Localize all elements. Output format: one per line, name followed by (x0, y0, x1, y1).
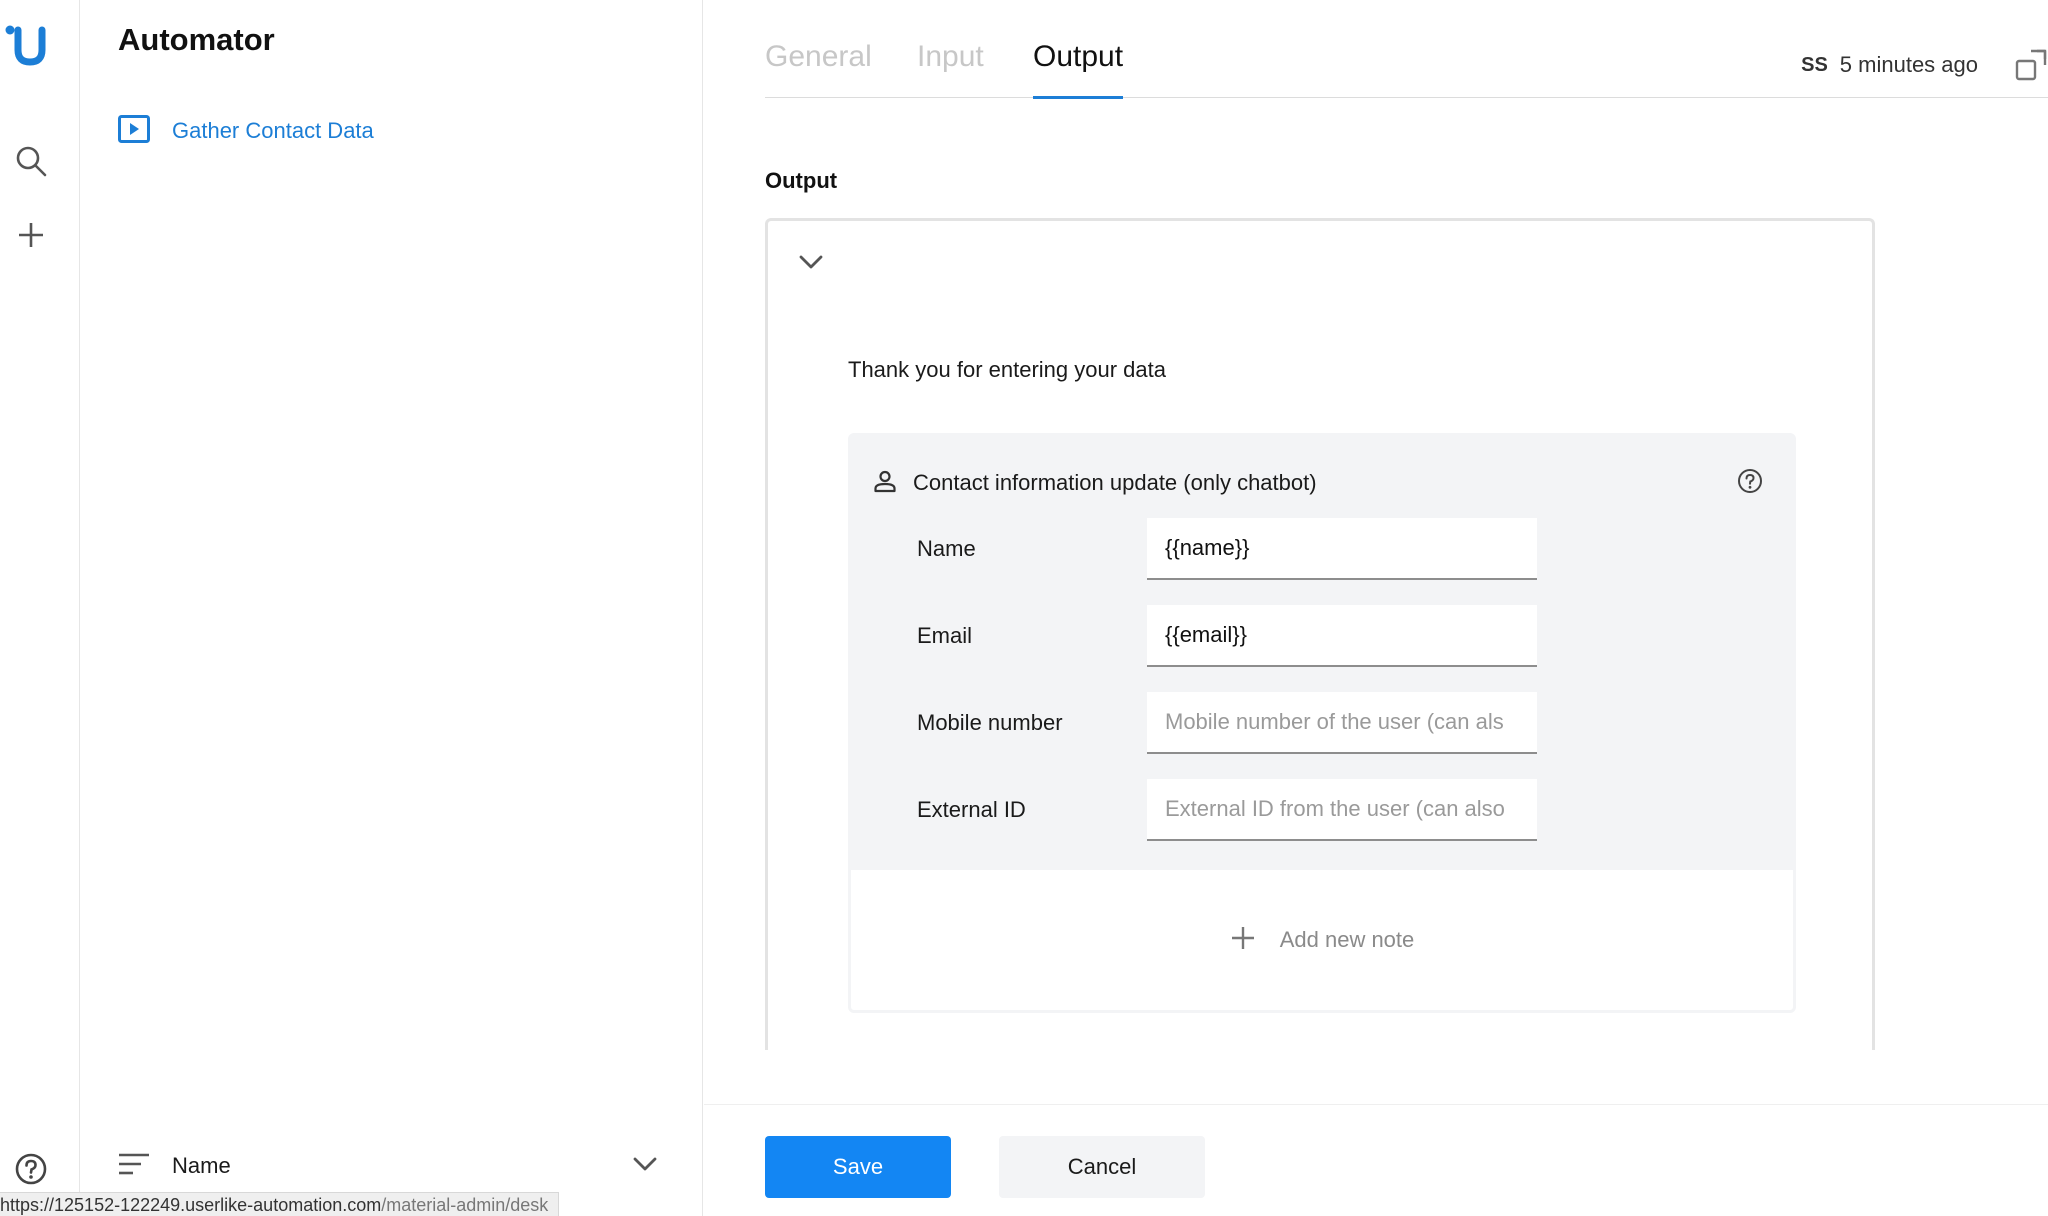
tab-general[interactable]: General (765, 40, 872, 98)
icon-rail (0, 0, 80, 1216)
status-url-path: /material-admin/desk (381, 1195, 549, 1215)
sidebar-item-gather-contact-data[interactable]: Gather Contact Data (118, 112, 374, 150)
output-card: Thank you for entering your data Contact… (765, 218, 1875, 1050)
contact-info-title: Contact information update (only chatbot… (913, 470, 1317, 495)
cancel-button[interactable]: Cancel (999, 1136, 1205, 1198)
tab-output[interactable]: Output (1033, 40, 1124, 99)
save-button[interactable]: Save (765, 1136, 951, 1198)
field-label-email: Email (917, 623, 973, 648)
plus-icon (1230, 925, 1256, 956)
main-panel: General Input Output SS 5 minutes ago Ou… (704, 0, 2048, 1216)
status-url-bar: https://125152-122249.userlike-automatio… (0, 1192, 560, 1216)
output-message[interactable]: Thank you for entering your data (848, 357, 1166, 383)
automator-app: Automator Gather Contact Data Name Gener… (0, 0, 2048, 1216)
app-title: Automator (118, 22, 275, 57)
sort-selector[interactable]: Name (118, 1146, 658, 1186)
contact-info-block: Contact information update (only chatbot… (848, 433, 1796, 1013)
collapse-chevron-icon[interactable] (794, 245, 828, 279)
help-circle-icon[interactable] (1735, 466, 1765, 496)
external-id-input[interactable] (1147, 779, 1537, 841)
plus-icon[interactable] (12, 216, 50, 254)
edit-meta: SS 5 minutes ago (1801, 48, 2048, 82)
mobile-input[interactable] (1147, 692, 1537, 754)
sort-label: Name (172, 1153, 231, 1178)
help-circle-icon[interactable] (12, 1150, 50, 1188)
add-note-label: Add new note (1279, 927, 1415, 952)
name-input[interactable] (1147, 518, 1537, 580)
search-icon[interactable] (12, 142, 50, 180)
status-url-host: https://125152-122249.userlike-automatio… (0, 1195, 382, 1215)
email-input[interactable] (1147, 605, 1537, 667)
field-row-email: Email (851, 605, 1793, 667)
field-label-external-id: External ID (917, 797, 1026, 822)
userlike-logo-icon[interactable] (2, 20, 50, 68)
tab-input[interactable]: Input (917, 40, 984, 98)
field-label-mobile: Mobile number (917, 710, 1063, 735)
expand-window-icon[interactable] (2014, 48, 2048, 82)
add-note-button[interactable]: Add new note (851, 870, 1793, 1010)
action-footer: Save Cancel (704, 1104, 2048, 1216)
section-title-output: Output (765, 168, 838, 193)
person-icon (873, 469, 897, 498)
play-box-icon (118, 114, 150, 148)
contact-info-header: Contact information update (only chatbot… (873, 466, 1317, 500)
field-label-name: Name (917, 536, 976, 561)
sort-lines-icon (118, 1152, 150, 1181)
field-row-name: Name (851, 518, 1793, 580)
field-row-mobile: Mobile number (851, 692, 1793, 754)
user-initials: SS (1801, 53, 1828, 76)
sidebar-item-label: Gather Contact Data (172, 118, 374, 143)
chevron-down-icon[interactable] (632, 1156, 658, 1177)
field-row-external-id: External ID (851, 779, 1793, 841)
sidebar: Automator Gather Contact Data Name (81, 0, 703, 1216)
last-edited-time: 5 minutes ago (1839, 52, 1978, 77)
contact-info-panel: Contact information update (only chatbot… (851, 436, 1793, 870)
